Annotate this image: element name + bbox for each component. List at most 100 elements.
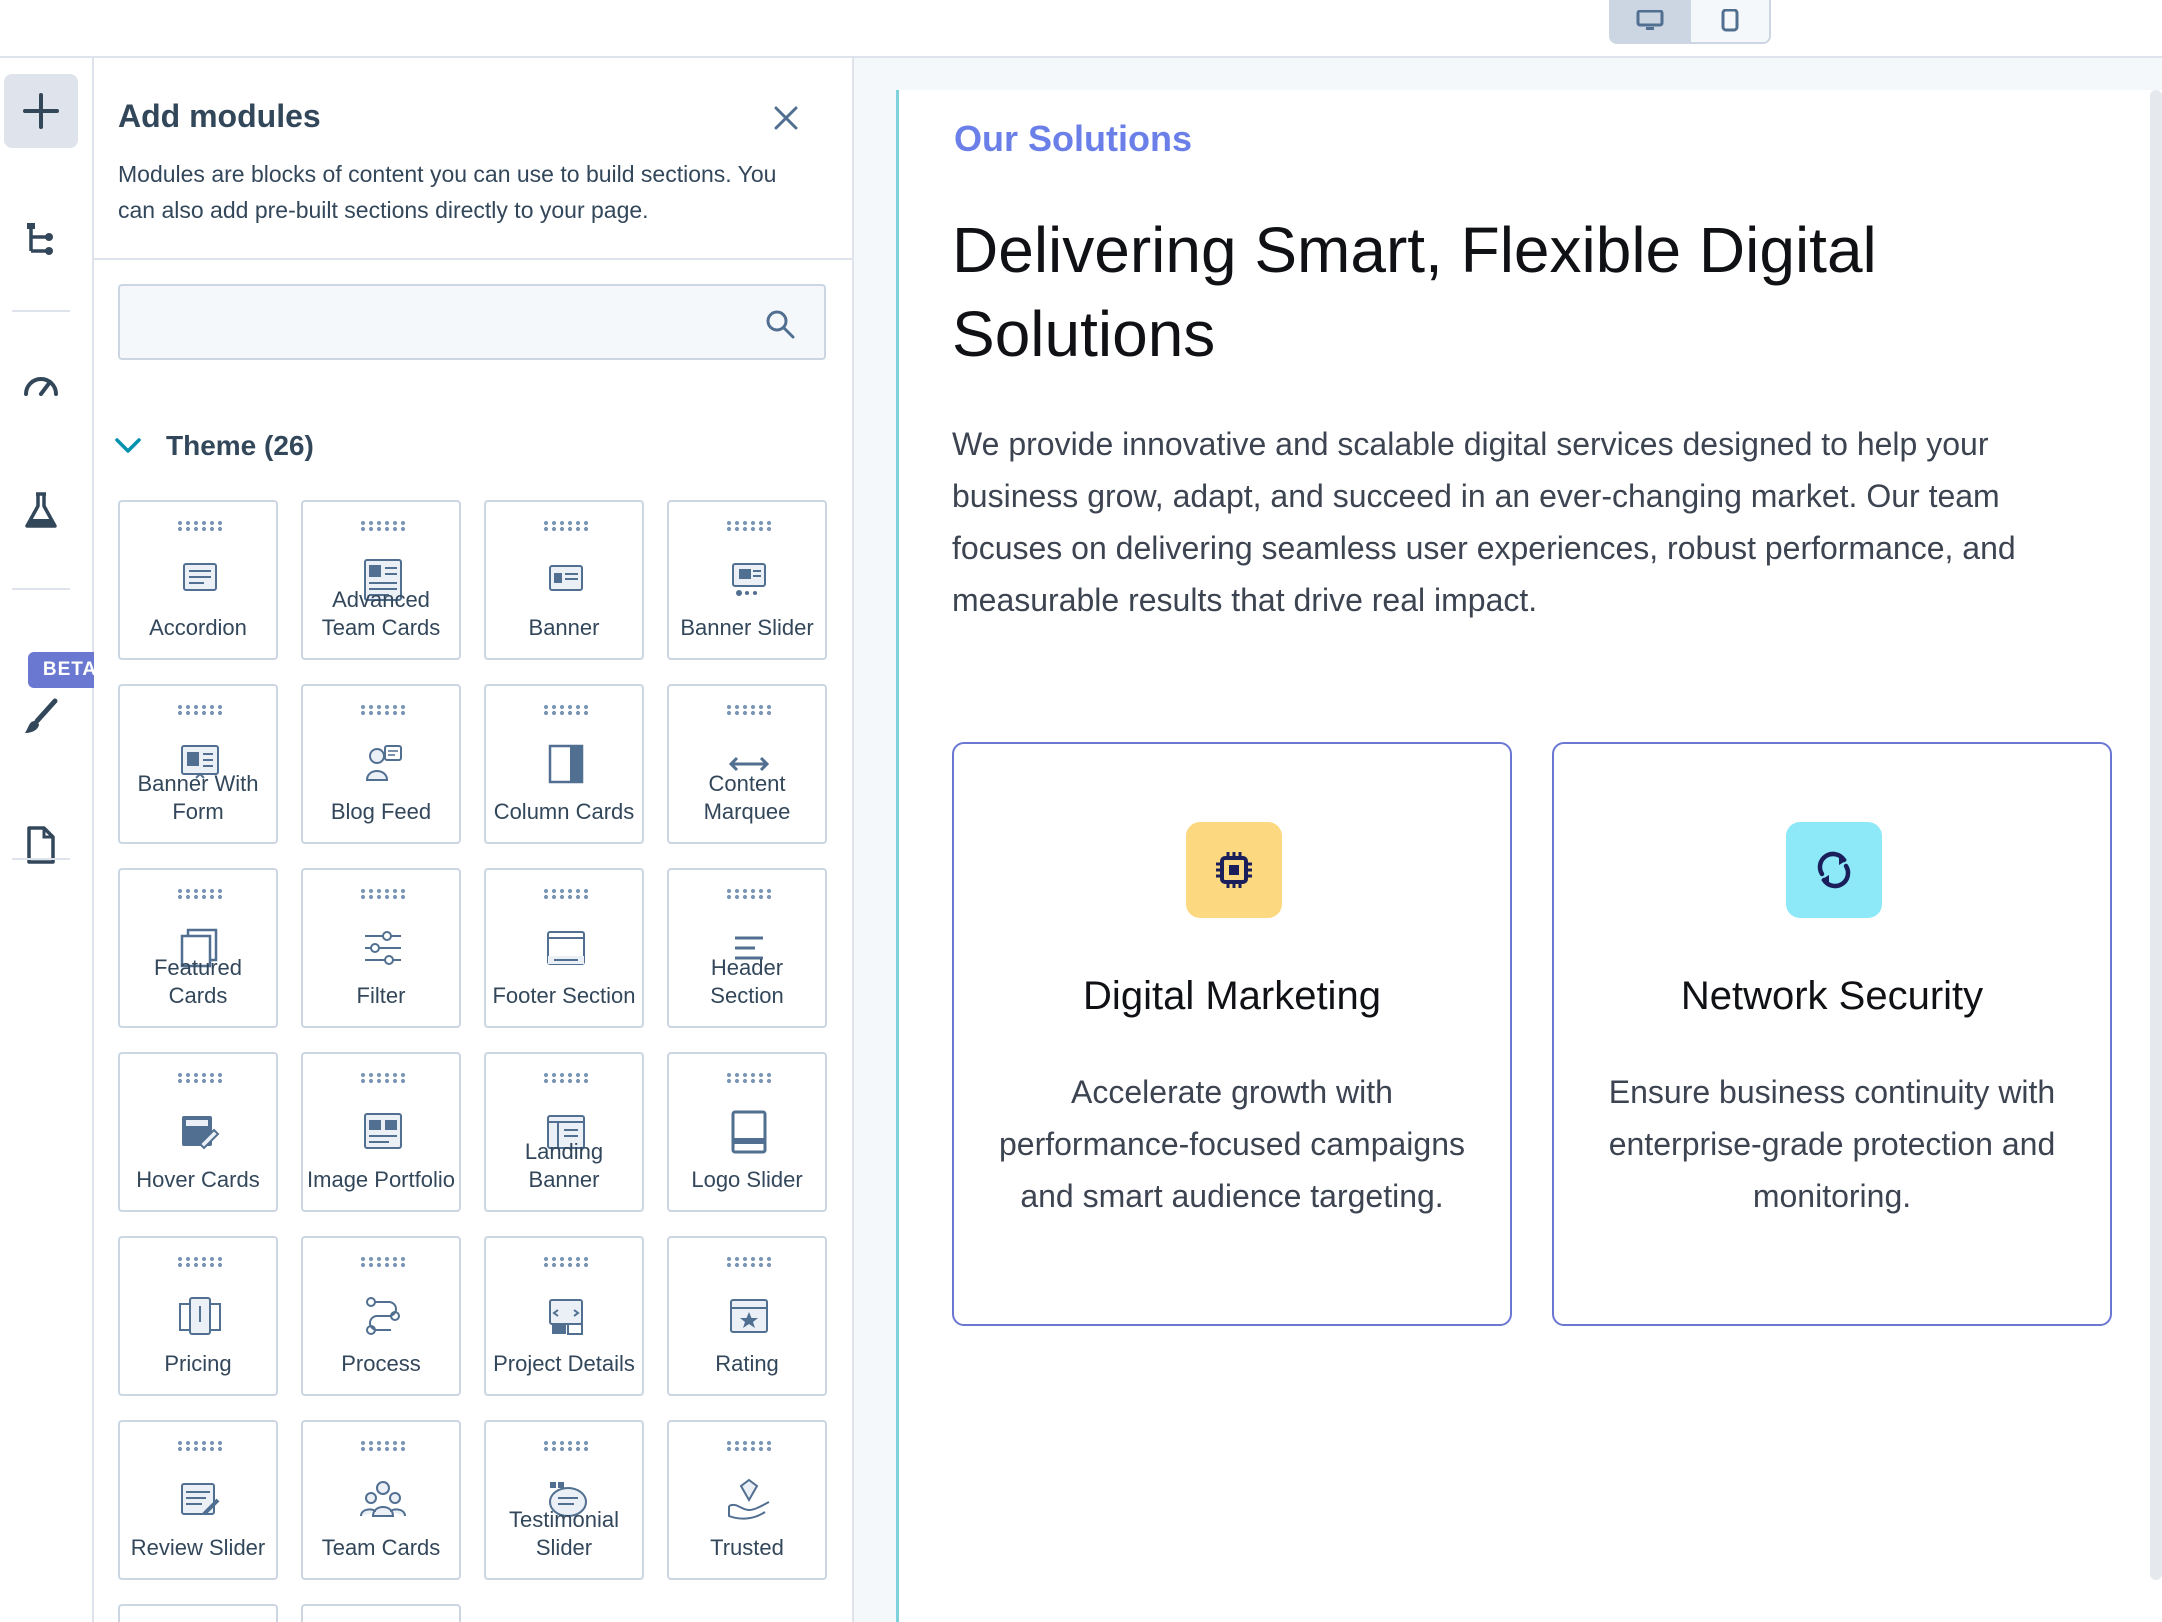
module-card[interactable]: Hover Cards — [118, 1052, 278, 1212]
tree-icon — [27, 223, 53, 255]
drag-handle-icon[interactable] — [725, 1440, 771, 1452]
drag-handle-icon[interactable] — [176, 1256, 222, 1268]
theme-group-toggle[interactable]: Theme (26) — [114, 430, 314, 462]
module-card[interactable]: Filter — [301, 868, 461, 1028]
drag-handle-icon[interactable] — [359, 520, 405, 532]
module-label: Project Details — [493, 1351, 635, 1376]
close-panel-button[interactable] — [770, 102, 802, 134]
rating-icon — [725, 1292, 773, 1340]
module-card[interactable]: Testimonial Slider — [484, 1420, 644, 1580]
close-icon — [774, 106, 798, 130]
blog-feed-icon — [359, 740, 407, 788]
drag-handle-icon[interactable] — [359, 1072, 405, 1084]
module-card[interactable]: Image Portfolio — [301, 1052, 461, 1212]
desktop-preview-button[interactable] — [1611, 0, 1689, 42]
device-preview-toggle — [1609, 0, 1771, 44]
module-card[interactable]: Column Cards — [484, 684, 644, 844]
drag-handle-icon[interactable] — [176, 520, 222, 532]
drag-handle-icon[interactable] — [176, 704, 222, 716]
module-card[interactable]: Accordion — [118, 500, 278, 660]
module-card[interactable]: Banner With Form — [118, 684, 278, 844]
module-card[interactable]: Project Details — [484, 1236, 644, 1396]
module-card[interactable] — [118, 1604, 278, 1622]
module-search-input[interactable] — [134, 300, 738, 346]
drag-handle-icon[interactable] — [725, 888, 771, 900]
module-label: Header Section — [710, 955, 784, 1008]
drag-handle-icon[interactable] — [542, 1072, 588, 1084]
drag-handle-icon[interactable] — [359, 888, 405, 900]
module-card[interactable]: Rating — [667, 1236, 827, 1396]
flask-icon — [25, 492, 57, 528]
refresh-icon — [1817, 851, 1851, 889]
module-card[interactable]: Review Slider — [118, 1420, 278, 1580]
rail-divider — [12, 588, 70, 590]
module-card[interactable]: Banner — [484, 500, 644, 660]
drag-handle-icon[interactable] — [359, 1440, 405, 1452]
drag-handle-icon[interactable] — [176, 1440, 222, 1452]
page-structure-button[interactable] — [4, 202, 78, 276]
process-icon — [359, 1292, 407, 1340]
drag-handle-icon[interactable] — [359, 1256, 405, 1268]
drag-handle-icon[interactable] — [725, 1072, 771, 1084]
module-card[interactable]: Pricing — [118, 1236, 278, 1396]
banner-slider-icon — [725, 556, 773, 604]
top-toolbar — [0, 0, 2162, 58]
module-card[interactable]: Banner Slider — [667, 500, 827, 660]
optimize-button[interactable] — [4, 348, 78, 422]
feature-card-digital-marketing[interactable]: Digital Marketing Accelerate growth with… — [952, 742, 1512, 1326]
module-label: Column Cards — [493, 799, 635, 824]
module-card[interactable]: Team Cards — [301, 1420, 461, 1580]
module-label: Blog Feed — [330, 799, 432, 824]
image-portfolio-icon — [359, 1108, 407, 1156]
module-card[interactable]: Footer Section — [484, 868, 644, 1028]
panel-description: Modules are blocks of content you can us… — [118, 161, 777, 223]
drag-handle-icon[interactable] — [725, 520, 771, 532]
drag-handle-icon[interactable] — [542, 520, 588, 532]
drag-handle-icon[interactable] — [542, 888, 588, 900]
panel-divider — [94, 258, 852, 260]
module-card[interactable] — [301, 1604, 461, 1622]
module-label: Banner — [528, 615, 600, 640]
drag-handle-icon[interactable] — [725, 704, 771, 716]
module-label: Testimonial Slider — [508, 1507, 620, 1560]
drag-handle-icon[interactable] — [542, 704, 588, 716]
feature-text: Accelerate growth with performance-focus… — [998, 1074, 1465, 1214]
module-label: Accordion — [149, 615, 247, 640]
drag-handle-icon[interactable] — [176, 1072, 222, 1084]
team-cards-icon — [359, 1476, 407, 1524]
module-card[interactable]: Trusted — [667, 1420, 827, 1580]
preview-scrollbar[interactable] — [2150, 90, 2162, 1580]
pricing-icon — [176, 1292, 224, 1340]
design-button[interactable] — [4, 680, 78, 754]
add-modules-button[interactable] — [4, 74, 78, 148]
section-intro: We provide innovative and scalable digit… — [952, 426, 2016, 618]
rail-divider — [12, 858, 70, 860]
chip-icon — [1216, 852, 1252, 888]
feature-card-network-security[interactable]: Network Security Ensure business continu… — [1552, 742, 2112, 1326]
drag-handle-icon[interactable] — [542, 1256, 588, 1268]
drag-handle-icon[interactable] — [542, 1440, 588, 1452]
page-settings-button[interactable] — [4, 808, 78, 882]
drag-handle-icon[interactable] — [176, 888, 222, 900]
left-rail: BETA — [0, 58, 112, 1622]
module-card[interactable]: Header Section — [667, 868, 827, 1028]
mobile-preview-button[interactable] — [1689, 0, 1769, 42]
module-card[interactable]: Blog Feed — [301, 684, 461, 844]
mobile-icon — [1721, 9, 1739, 32]
review-slider-icon — [176, 1476, 224, 1524]
drag-handle-icon[interactable] — [359, 704, 405, 716]
feature-icon-tile — [1186, 822, 1282, 918]
logo-slider-icon — [725, 1108, 773, 1156]
module-card[interactable]: Landing Banner — [484, 1052, 644, 1212]
module-card[interactable]: Content Marquee — [667, 684, 827, 844]
test-button[interactable] — [4, 474, 78, 548]
column-cards-icon — [542, 740, 590, 788]
module-label: Trusted — [710, 1535, 784, 1560]
module-label: Banner With Form — [137, 771, 259, 824]
module-card[interactable]: Advanced Team Cards — [301, 500, 461, 660]
module-card[interactable]: Featured Cards — [118, 868, 278, 1028]
module-card[interactable]: Logo Slider — [667, 1052, 827, 1212]
search-icon[interactable] — [764, 308, 796, 340]
module-card[interactable]: Process — [301, 1236, 461, 1396]
drag-handle-icon[interactable] — [725, 1256, 771, 1268]
